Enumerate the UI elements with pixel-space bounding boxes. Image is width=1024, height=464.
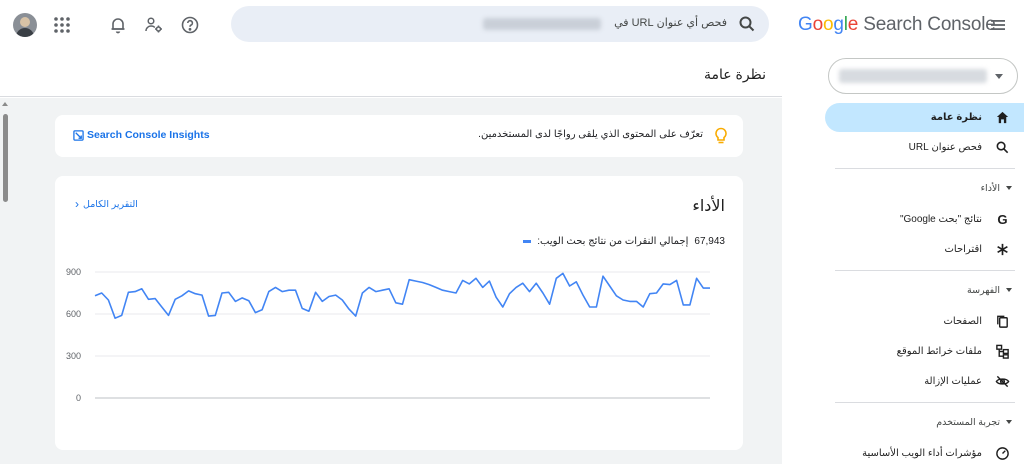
sidebar-item-url-inspection[interactable]: فحص عنوان URL	[825, 133, 1024, 162]
sidebar-item-discover[interactable]: اقتراحات	[825, 235, 1024, 264]
asterisk-icon	[994, 242, 1010, 258]
scroll-thumb[interactable]	[3, 114, 8, 202]
section-experience[interactable]: تجربة المستخدم	[825, 412, 1024, 432]
search-placeholder: فحص أي عنوان URL في	[614, 17, 727, 29]
google-g-icon: G	[994, 212, 1010, 228]
svg-text:G: G	[997, 212, 1007, 227]
legend-value: 67,943	[694, 236, 725, 247]
manage-users-icon[interactable]	[142, 13, 166, 37]
hamburger-menu-icon[interactable]	[986, 13, 1010, 37]
page-title: نظرة عامة	[704, 66, 766, 82]
sidebar-item-removals[interactable]: عمليات الإزالة	[825, 367, 1024, 396]
lightbulb-icon	[715, 127, 727, 144]
collapse-triangle-icon	[1006, 288, 1012, 292]
visibility-off-icon	[994, 374, 1010, 390]
full-report-link[interactable]: التقرير الكامل ‹	[75, 197, 138, 211]
collapse-triangle-icon	[1006, 186, 1012, 190]
product-logo[interactable]: Google Search Console	[798, 14, 996, 36]
sidebar-item-overview[interactable]: نظرة عامة	[825, 103, 1024, 132]
redacted-property-name	[839, 69, 987, 83]
dropdown-caret-icon	[995, 74, 1003, 79]
sidebar-divider	[835, 168, 1015, 169]
performance-card: الأداء التقرير الكامل ‹ إجمالي النقرات م…	[55, 176, 743, 450]
sidebar-item-label: ملفات خرائط الموقع	[896, 346, 982, 357]
pages-icon	[994, 314, 1010, 330]
search-icon	[994, 140, 1010, 156]
section-label: تجربة المستخدم	[936, 416, 1000, 428]
full-report-label: التقرير الكامل	[83, 199, 138, 210]
search-bar[interactable]: فحص أي عنوان URL في	[231, 6, 769, 42]
home-icon	[994, 110, 1010, 126]
sidebar-item-sitemaps[interactable]: ملفات خرائط الموقع	[825, 337, 1024, 366]
x-tick-label: 2025/1/27	[636, 409, 676, 410]
sidebar-item-pages[interactable]: الصفحات	[825, 307, 1024, 336]
y-tick-label: 900	[66, 267, 81, 277]
section-performance[interactable]: الأداء	[825, 178, 1024, 198]
y-tick-label: 0	[76, 393, 81, 403]
section-label: الفهرسة	[966, 284, 1000, 296]
y-tick-label: 300	[66, 351, 81, 361]
clicks-series-line[interactable]	[94, 272, 710, 319]
section-label: الأداء	[980, 182, 1000, 194]
sidebar-item-label: نظرة عامة	[930, 112, 982, 123]
scroll-up-arrow[interactable]	[2, 102, 8, 106]
sidebar-item-label: مؤشرات أداء الويب الأساسية	[862, 448, 982, 459]
insights-card: تعرّف على المحتوى الذي يلقى رواجًا لدى ا…	[55, 115, 743, 157]
collapse-triangle-icon	[1006, 420, 1012, 424]
sidebar-item-label: عمليات الإزالة	[924, 376, 982, 387]
sidebar-divider	[835, 402, 1015, 403]
legend-label: إجمالي النقرات من نتائج بحث الويب:	[537, 236, 689, 247]
sidebar-item-core-web-vitals[interactable]: مؤشرات أداء الويب الأساسية	[825, 439, 1024, 464]
insights-link[interactable]: Search Console Insights	[73, 129, 210, 141]
speed-gauge-icon	[994, 446, 1010, 462]
bell-icon[interactable]	[106, 13, 130, 37]
insights-logo-icon	[73, 129, 84, 141]
clicks-line-chart[interactable]: 0 300 600 900 2024/11/4 2024/11/16 2024/11/28 2…	[55, 260, 743, 410]
x-tick-label: 2024/11/28	[233, 409, 277, 410]
x-tick-label: 2024/11/4	[75, 409, 114, 410]
insights-text: تعرّف على المحتوى الذي يلقى رواجًا لدى ا…	[478, 129, 703, 140]
sidebar-item-label: نتائج "بحث Google"	[899, 214, 982, 225]
y-tick-label: 600	[66, 309, 81, 319]
top-bar: فحص أي عنوان URL في Google Search Consol…	[0, 0, 1024, 50]
product-name: Search Console	[863, 14, 996, 35]
google-wordmark: Google	[798, 14, 859, 35]
sidebar-item-label: فحص عنوان URL	[908, 142, 982, 153]
help-icon[interactable]	[178, 13, 202, 37]
header-divider	[0, 96, 782, 97]
property-selector[interactable]	[828, 58, 1018, 94]
sidebar-divider	[835, 270, 1015, 271]
search-icon[interactable]	[737, 14, 757, 34]
performance-title: الأداء	[692, 198, 725, 215]
x-tick-label: 2024/12/10	[313, 409, 358, 410]
chevron-left-icon: ‹	[75, 197, 79, 211]
scrollbar[interactable]	[0, 98, 10, 464]
redacted-property-url	[483, 18, 601, 30]
avatar[interactable]	[13, 13, 37, 37]
insights-link-label: Search Console Insights	[87, 129, 210, 141]
apps-grid-icon[interactable]	[50, 13, 74, 37]
section-indexing[interactable]: الفهرسة	[825, 280, 1024, 300]
sidebar-item-search-results[interactable]: G نتائج "بحث Google"	[825, 205, 1024, 234]
x-tick-label: 2025/1/15	[556, 409, 596, 410]
sidebar-item-label: اقتراحات	[944, 244, 982, 255]
sidebar-item-label: الصفحات	[943, 316, 982, 327]
x-tick-label: 2024/11/16	[153, 409, 197, 410]
x-tick-label: 2024/12/22	[393, 409, 438, 410]
sitemap-icon	[994, 344, 1010, 360]
chart-legend[interactable]: إجمالي النقرات من نتائج بحث الويب: 67,94…	[523, 236, 725, 247]
legend-swatch	[523, 240, 532, 243]
x-tick-label: 2025/1/3	[479, 409, 514, 410]
sidebar: نظرة عامة فحص عنوان URL الأداء G نتائج "…	[818, 50, 1024, 464]
